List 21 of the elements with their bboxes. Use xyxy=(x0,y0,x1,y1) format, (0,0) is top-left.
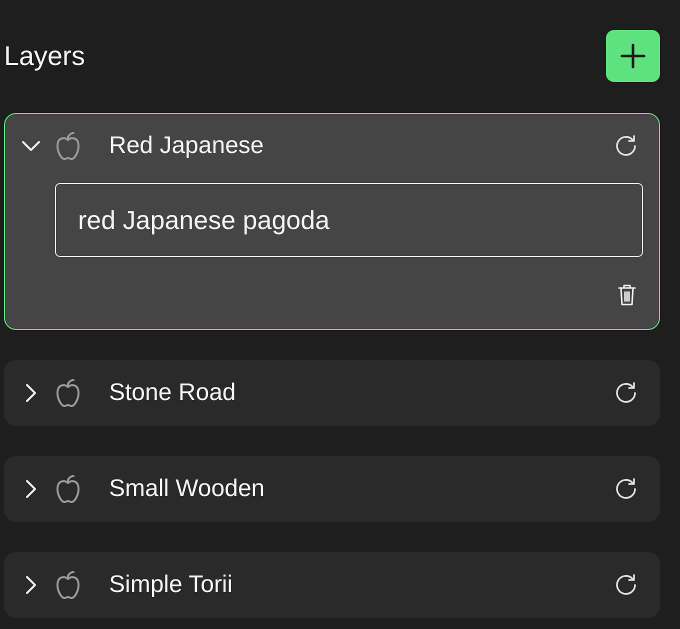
refresh-icon[interactable] xyxy=(613,572,639,598)
layer-name: Small Wooden xyxy=(109,475,266,503)
layer-name: Stone Road xyxy=(109,379,237,407)
refresh-icon[interactable] xyxy=(613,476,639,502)
refresh-icon[interactable] xyxy=(613,380,639,406)
apple-icon xyxy=(55,378,81,408)
panel-title: Layers xyxy=(4,40,86,72)
prompt-field[interactable]: red Japanese pagoda xyxy=(55,183,643,257)
layer-card[interactable]: Simple Torii xyxy=(4,552,660,618)
apple-icon xyxy=(55,474,81,504)
layer-card[interactable]: Stone Road xyxy=(4,360,660,426)
add-button[interactable] xyxy=(606,30,660,82)
layer-card[interactable]: Small Wooden xyxy=(4,456,660,522)
apple-icon xyxy=(55,131,81,161)
apple-icon xyxy=(55,570,81,600)
plus-icon xyxy=(620,43,646,69)
trash-icon[interactable] xyxy=(617,283,637,307)
layer-name: Simple Torii xyxy=(109,571,234,599)
layer-name: Red Japanese xyxy=(109,132,265,160)
layer-card[interactable]: Red Japanese red Japanese pagoda xyxy=(4,113,660,330)
refresh-icon[interactable] xyxy=(613,133,639,159)
